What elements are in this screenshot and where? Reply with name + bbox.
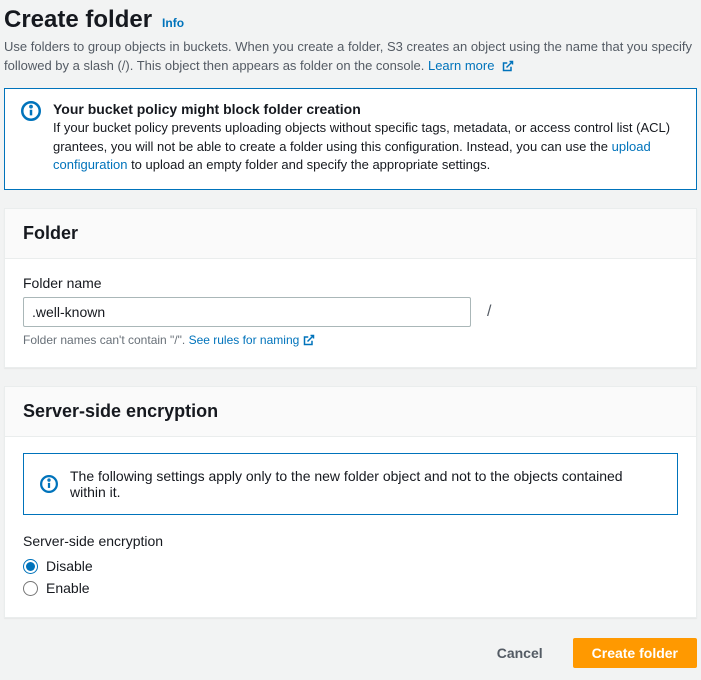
learn-more-label: Learn more bbox=[428, 58, 494, 73]
naming-rules-label: See rules for naming bbox=[189, 333, 300, 347]
sse-panel: Server-side encryption The following set… bbox=[4, 386, 697, 618]
intro-body: Use folders to group objects in buckets.… bbox=[4, 39, 692, 73]
bucket-policy-alert: Your bucket policy might block folder cr… bbox=[4, 88, 697, 191]
sse-disable-label: Disable bbox=[46, 558, 93, 574]
sse-radio-disable[interactable] bbox=[23, 559, 38, 574]
page-title: Create folder bbox=[4, 6, 152, 34]
sse-option-disable[interactable]: Disable bbox=[23, 555, 678, 577]
folder-name-input[interactable] bbox=[23, 297, 471, 327]
sse-panel-title: Server-side encryption bbox=[23, 401, 678, 422]
sse-radio-group: Disable Enable bbox=[23, 555, 678, 599]
folder-name-suffix: / bbox=[487, 303, 491, 321]
sse-enable-label: Enable bbox=[46, 580, 90, 596]
sse-group-label: Server-side encryption bbox=[23, 533, 678, 549]
folder-name-hint: Folder names can't contain "/". See rule… bbox=[23, 333, 678, 349]
alert-text: If your bucket policy prevents uploading… bbox=[53, 119, 680, 176]
learn-more-link[interactable]: Learn more bbox=[428, 58, 514, 73]
sse-notice-text: The following settings apply only to the… bbox=[70, 468, 661, 500]
cancel-button[interactable]: Cancel bbox=[479, 638, 561, 668]
info-link[interactable]: Info bbox=[162, 16, 184, 30]
alert-title: Your bucket policy might block folder cr… bbox=[53, 101, 680, 117]
naming-rules-link[interactable]: See rules for naming bbox=[189, 333, 316, 347]
external-link-icon bbox=[303, 334, 315, 349]
external-link-icon bbox=[502, 59, 514, 78]
alert-text-before: If your bucket policy prevents uploading… bbox=[53, 120, 670, 154]
hint-text: Folder names can't contain "/". bbox=[23, 333, 189, 347]
sse-panel-header: Server-side encryption bbox=[5, 387, 696, 437]
folder-panel-title: Folder bbox=[23, 223, 678, 244]
alert-body: Your bucket policy might block folder cr… bbox=[53, 101, 680, 176]
folder-name-label: Folder name bbox=[23, 275, 678, 291]
folder-panel: Folder Folder name / Folder names can't … bbox=[4, 208, 697, 368]
create-folder-button[interactable]: Create folder bbox=[573, 638, 697, 668]
info-icon bbox=[21, 101, 41, 176]
folder-panel-header: Folder bbox=[5, 209, 696, 259]
intro-text: Use folders to group objects in buckets.… bbox=[4, 38, 697, 88]
info-icon bbox=[40, 475, 58, 493]
alert-text-after: to upload an empty folder and specify th… bbox=[127, 157, 490, 172]
footer-actions: Cancel Create folder bbox=[4, 636, 697, 668]
sse-radio-enable[interactable] bbox=[23, 581, 38, 596]
page-header: Create folder Info bbox=[4, 0, 697, 38]
sse-option-enable[interactable]: Enable bbox=[23, 577, 678, 599]
sse-notice: The following settings apply only to the… bbox=[23, 453, 678, 515]
